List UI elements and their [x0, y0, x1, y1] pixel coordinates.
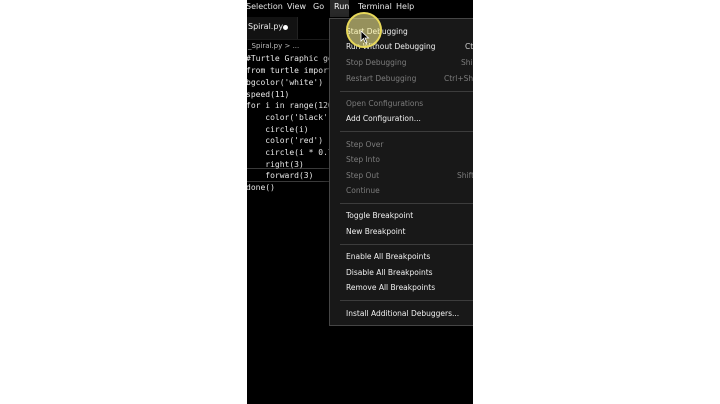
code-line: forward(3)	[247, 171, 314, 180]
menu-selection[interactable]: Selection	[247, 2, 283, 11]
shortcut-run-without-debugging: Ct	[465, 42, 473, 51]
menu-item-toggle-breakpoint[interactable]: Toggle Breakpoint	[346, 211, 413, 220]
menu-item-enable-all-breakpoints[interactable]: Enable All Breakpoints	[346, 252, 430, 261]
menu-divider	[340, 91, 473, 92]
menu-item-new-breakpoint[interactable]: New Breakpoint	[346, 227, 406, 236]
breadcrumb[interactable]: _Spiral.py > ...	[248, 42, 299, 50]
code-line: right(3)	[247, 160, 304, 169]
menu-divider	[340, 244, 473, 245]
code-line: done()	[247, 183, 275, 192]
menu-item-step-into: Step Into	[346, 155, 380, 164]
menu-view[interactable]: View	[287, 2, 306, 11]
unsaved-dot-icon[interactable]	[283, 25, 288, 30]
menu-item-open-configurations: Open Configurations	[346, 99, 424, 108]
menu-run[interactable]: Run	[334, 2, 349, 11]
code-line: for i in range(120	[247, 101, 333, 110]
menu-go[interactable]: Go	[313, 2, 324, 11]
code-line: bgcolor('white')	[247, 78, 324, 87]
menu-item-restart-debugging: Restart Debugging	[346, 74, 417, 83]
shortcut-step-out: Shift	[457, 171, 473, 180]
shortcut-restart-debugging: Ctrl+Shi	[444, 74, 473, 83]
letterbox-right	[473, 0, 720, 404]
code-line: color('red')	[247, 136, 324, 145]
code-line: #Turtle Graphic ge	[247, 54, 333, 63]
menu-help[interactable]: Help	[396, 2, 414, 11]
menu-item-stop-debugging: Stop Debugging	[346, 58, 407, 67]
menu-item-add-configuration[interactable]: Add Configuration...	[346, 114, 421, 123]
letterbox-left	[0, 0, 247, 404]
editor-tab[interactable]: Spiral.py	[247, 17, 298, 39]
menu-divider	[340, 300, 473, 301]
menu-divider	[340, 131, 473, 132]
shortcut-stop-debugging: Shi	[461, 58, 473, 67]
menu-item-step-over: Step Over	[346, 140, 384, 149]
menu-item-continue: Continue	[346, 186, 380, 195]
menu-divider	[340, 203, 473, 204]
menu-item-remove-all-breakpoints[interactable]: Remove All Breakpoints	[346, 283, 435, 292]
menu-item-install-additional-debuggers[interactable]: Install Additional Debuggers...	[346, 309, 459, 318]
menu-item-step-out: Step Out	[346, 171, 380, 180]
vscode-window: Selection View Go Run Terminal Help Spir…	[247, 0, 473, 404]
code-line: from turtle import	[247, 66, 333, 75]
run-menu-dropdown: Start Debugging Run Without Debugging Ct…	[329, 18, 473, 326]
mouse-cursor-icon	[360, 30, 370, 44]
code-line: circle(i)	[247, 125, 309, 134]
editor-tab-label: Spiral.py	[248, 22, 284, 31]
menu-item-disable-all-breakpoints[interactable]: Disable All Breakpoints	[346, 268, 433, 277]
code-line: color('black')	[247, 113, 333, 122]
code-line: speed(11)	[247, 90, 290, 99]
menu-terminal[interactable]: Terminal	[358, 2, 392, 11]
code-line: circle(i * 0.7	[247, 148, 333, 157]
